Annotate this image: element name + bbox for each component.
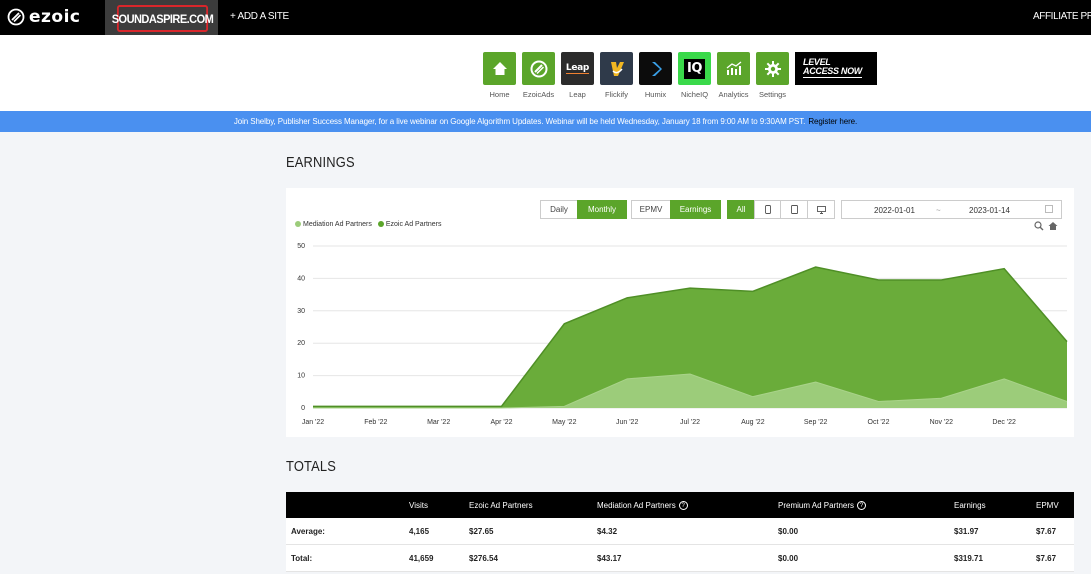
column-header-mediation: Mediation Ad Partners?: [597, 492, 688, 518]
table-cell: $31.97: [954, 526, 979, 536]
table-cell: $4.32: [597, 526, 618, 536]
leap-icon: Leap: [561, 52, 594, 85]
x-tick-label: Oct '22: [868, 419, 890, 426]
x-tick-label: Jul '22: [680, 419, 700, 426]
y-tick-label: 20: [297, 340, 305, 347]
x-tick-label: Dec '22: [992, 419, 1016, 426]
affiliate-program-link[interactable]: AFFILIATE PROGRA: [1033, 11, 1091, 22]
table-cell: $7.67: [1036, 526, 1057, 536]
x-tick-label: Sep '22: [804, 419, 828, 426]
level-access-line2: ACCESS NOW: [803, 66, 863, 78]
column-header: EPMV: [1036, 500, 1059, 510]
app-navigation: Home EzoicAds Leap Leap Flickify Humix I…: [0, 35, 1091, 111]
table-cell: $0.00: [778, 553, 799, 563]
humix-icon: [639, 52, 672, 85]
earnings-title: EARNINGS: [286, 154, 355, 171]
webinar-banner-text: Join Shelby, Publisher Success Manager, …: [233, 117, 806, 126]
ezoic-logo[interactable]: ezoic: [7, 8, 81, 26]
site-tab: SOUNDASPIRE.COM: [105, 0, 218, 35]
table-cell: $43.17: [597, 553, 622, 563]
column-header: Ezoic Ad Partners: [469, 500, 533, 510]
column-header: Mediation Ad Partners: [597, 500, 676, 510]
x-tick-label: May '22: [552, 419, 576, 426]
app-settings[interactable]: Settings: [756, 52, 789, 99]
column-header: Visits: [409, 500, 428, 510]
column-header-premium: Premium Ad Partners?: [778, 492, 867, 518]
x-tick-label: Jan '22: [302, 419, 324, 426]
table-cell: $0.00: [778, 526, 799, 536]
earnings-chart: 0 10 20 30 40 50 Jan '22 Feb '22 Mar '22 Apr '22 M…: [297, 243, 1068, 426]
table-row: Average: 4,165 $27.65 $4.32 $0.00 $31.97…: [286, 518, 1074, 545]
ezoic-logo-icon: [7, 8, 25, 26]
site-selector-button[interactable]: SOUNDASPIRE.COM: [112, 5, 214, 32]
table-cell: $27.65: [469, 526, 494, 536]
help-icon[interactable]: ?: [678, 500, 688, 510]
table-row: Total: 41,659 $276.54 $43.17 $0.00 $319.…: [286, 545, 1074, 572]
y-tick-label: 40: [297, 275, 305, 282]
earnings-card: Daily Monthly EPMV Earnings All 2022-01-…: [286, 188, 1074, 437]
home-icon: [483, 52, 516, 85]
leap-icon-text: Leap: [565, 63, 590, 74]
help-icon[interactable]: ?: [857, 500, 867, 510]
register-link[interactable]: Register here.: [808, 117, 857, 126]
table-cell: $7.67: [1036, 553, 1057, 563]
x-tick-label: Jun '22: [616, 419, 638, 426]
x-tick-label: Mar '22: [427, 419, 450, 426]
x-tick-label: Nov '22: [930, 419, 954, 426]
y-tick-label: 10: [297, 373, 305, 380]
x-tick-label: Feb '22: [364, 419, 387, 426]
y-tick-label: 0: [301, 405, 305, 412]
y-tick-label: 50: [297, 243, 305, 250]
app-label: Settings: [758, 90, 787, 99]
x-tick-label: Aug '22: [741, 419, 765, 426]
analytics-icon: [717, 52, 750, 85]
brand-name: ezoic: [29, 7, 81, 27]
webinar-banner: Join Shelby, Publisher Success Manager, …: [0, 111, 1091, 132]
gear-icon: [756, 52, 789, 85]
y-tick-label: 30: [297, 308, 305, 315]
nicheiq-icon-text: IQ: [684, 58, 705, 79]
top-bar: ezoic SOUNDASPIRE.COM + ADD A SITE AFFIL…: [0, 0, 1091, 35]
totals-table-header: Visits Ezoic Ad Partners Mediation Ad Pa…: [286, 492, 1074, 518]
row-label: Average:: [291, 526, 325, 536]
table-cell: 41,659: [409, 553, 434, 563]
totals-table: Visits Ezoic Ad Partners Mediation Ad Pa…: [286, 492, 1074, 572]
level-access-banner[interactable]: LEVEL ACCESS NOW: [795, 52, 877, 85]
row-label: Total:: [291, 553, 313, 563]
table-cell: 4,165: [409, 526, 430, 536]
totals-title: TOTALS: [286, 458, 337, 475]
ezoicads-icon: [522, 52, 555, 85]
column-header: Premium Ad Partners: [778, 500, 855, 510]
x-tick-label: Apr '22: [491, 419, 513, 426]
table-cell: $319.71: [954, 553, 983, 563]
nicheiq-icon: IQ: [678, 52, 711, 85]
add-site-link[interactable]: + ADD A SITE: [230, 11, 289, 22]
table-cell: $276.54: [469, 553, 498, 563]
column-header: Earnings: [954, 500, 986, 510]
flickify-icon: [600, 52, 633, 85]
